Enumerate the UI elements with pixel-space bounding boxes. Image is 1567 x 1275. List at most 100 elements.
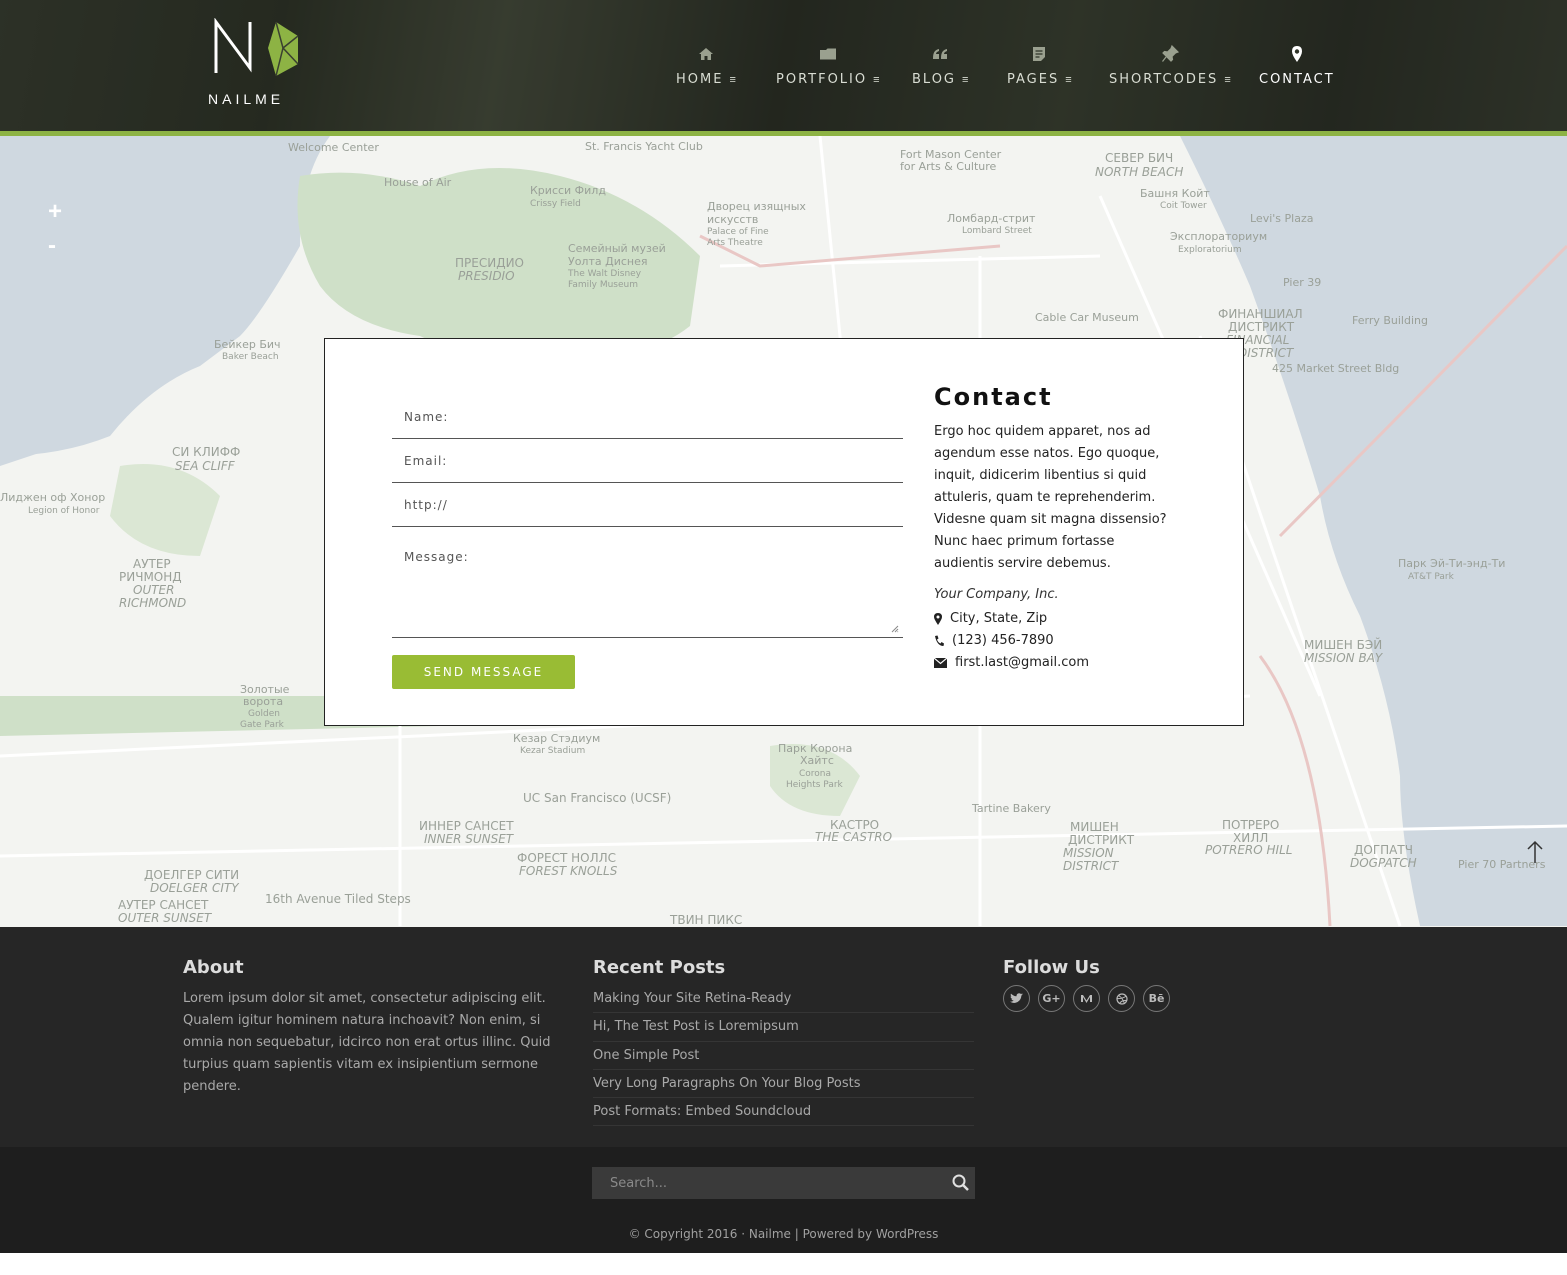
svg-text:DISTRICT: DISTRICT [1063, 859, 1120, 873]
svg-text:INNER SUNSET: INNER SUNSET [424, 832, 515, 846]
nav-item-portfolio[interactable]: PORTFOLIO ≡ [776, 44, 880, 88]
nav-item-blog[interactable]: BLOG ≡ [912, 44, 968, 88]
svg-text:ИННЕР САНСЕТ: ИННЕР САНСЕТ [419, 819, 514, 833]
copyright: © Copyright 2016 · Nailme | Powered by W… [0, 1227, 1567, 1241]
svg-text:ФИНАНШИАЛ: ФИНАНШИАЛ [1218, 307, 1303, 321]
svg-text:MISSION: MISSION [1063, 846, 1114, 860]
phone-row: (123) 456-7890 [934, 633, 1054, 648]
folder-icon [819, 48, 836, 60]
home-icon [698, 48, 713, 60]
recent-post-link[interactable]: Hi, The Test Post is Loremipsum [593, 1013, 974, 1042]
svg-text:Tartine Bakery: Tartine Bakery [971, 802, 1051, 815]
url-field [392, 483, 903, 527]
copyright-prefix: © Copyright 2016 · [628, 1227, 749, 1241]
svg-text:Family Museum: Family Museum [568, 280, 638, 290]
svg-text:Palace of Fine: Palace of Fine [707, 227, 769, 237]
svg-text:Cable Car Museum: Cable Car Museum [1035, 311, 1139, 324]
recent-post-link[interactable]: Post Formats: Embed Soundcloud [593, 1098, 974, 1127]
wordpress-link[interactable]: WordPress [876, 1227, 938, 1241]
address-text: City, State, Zip [950, 611, 1048, 626]
svg-text:House of Air: House of Air [384, 176, 452, 189]
twitter-icon[interactable] [1003, 985, 1030, 1012]
medium-icon[interactable] [1073, 985, 1100, 1012]
google-plus-icon[interactable]: G+ [1038, 985, 1065, 1012]
svg-text:Welcome Center: Welcome Center [288, 141, 379, 154]
svg-text:ПРЕСИДИО: ПРЕСИДИО [455, 256, 524, 270]
svg-text:РИЧМОНД: РИЧМОНД [119, 570, 182, 584]
svg-text:Башня Койт: Башня Койт [1140, 187, 1210, 200]
svg-text:Corona: Corona [799, 769, 831, 779]
svg-text:Exploratorium: Exploratorium [1178, 245, 1242, 255]
follow-us-title: Follow Us [1003, 957, 1100, 978]
svg-text:FOREST KNOLLS: FOREST KNOLLS [519, 864, 618, 878]
bottom-bar: © Copyright 2016 · Nailme | Powered by W… [0, 1147, 1567, 1253]
nav-item-contact[interactable]: CONTACT [1259, 44, 1335, 88]
svg-text:СИ КЛИФФ: СИ КЛИФФ [172, 445, 240, 459]
svg-text:Парк Эй-Ти-энд-Ти: Парк Эй-Ти-энд-Ти [1398, 557, 1505, 570]
address-row: City, State, Zip [934, 611, 1047, 626]
svg-text:Kezar Stadium: Kezar Stadium [520, 746, 585, 756]
recent-post-link[interactable]: One Simple Post [593, 1042, 974, 1070]
email-row: first.last@gmail.com [934, 655, 1089, 670]
behance-icon[interactable]: Bē [1143, 985, 1170, 1012]
svg-text:Бейкер Бич: Бейкер Бич [214, 338, 281, 351]
svg-text:ДОГПАТЧ: ДОГПАТЧ [1354, 843, 1413, 857]
message-textarea[interactable] [392, 542, 903, 632]
name-input[interactable] [392, 395, 903, 438]
submenu-caret-icon: ≡ [873, 74, 880, 86]
svg-text:PRESIDIO: PRESIDIO [458, 269, 515, 283]
map-zoom-in-button[interactable]: + [48, 198, 62, 226]
nav-item-shortcodes[interactable]: SHORTCODES ≡ [1109, 44, 1231, 88]
back-to-top-arrow-icon[interactable] [1525, 840, 1545, 864]
recent-posts-list: Making Your Site Retina-Ready Hi, The Te… [593, 985, 974, 1127]
nav-label-contact: CONTACT [1259, 72, 1335, 87]
dribbble-icon[interactable] [1108, 985, 1135, 1012]
svg-text:Семейный музей: Семейный музей [568, 242, 666, 255]
svg-text:искусств: искусств [707, 213, 758, 226]
nav-label-shortcodes: SHORTCODES [1109, 72, 1219, 87]
search-input[interactable] [592, 1167, 932, 1199]
submenu-caret-icon: ≡ [1065, 74, 1072, 86]
email-text[interactable]: first.last@gmail.com [955, 655, 1089, 670]
svg-text:Кезар Стэдиум: Кезар Стэдиум [513, 732, 600, 745]
svg-text:Coit Tower: Coit Tower [1160, 201, 1207, 211]
svg-text:Levi's Plaza: Levi's Plaza [1250, 212, 1313, 225]
map-zoom-out-button[interactable]: - [48, 232, 56, 260]
svg-text:Ferry Building: Ferry Building [1352, 314, 1428, 327]
email-input[interactable] [392, 439, 903, 482]
svg-text:THE CASTRO: THE CASTRO [815, 830, 892, 844]
svg-text:POTRERO HILL: POTRERO HILL [1205, 843, 1292, 857]
svg-text:The Walt Disney: The Walt Disney [567, 269, 642, 279]
svg-text:Эксплораториум: Эксплораториум [1170, 230, 1267, 243]
search-icon[interactable] [951, 1173, 971, 1193]
svg-text:Хайтс: Хайтс [800, 754, 834, 767]
svg-text:ДИСТРИКТ: ДИСТРИКТ [1228, 320, 1295, 334]
svg-text:Baker Beach: Baker Beach [222, 352, 279, 362]
about-text: Lorem ipsum dolor sit amet, consectetur … [183, 991, 551, 1094]
svg-text:ТВИН ПИКС: ТВИН ПИКС [669, 913, 742, 927]
map-marker-icon [1291, 46, 1302, 62]
svg-text:Pier 39: Pier 39 [1283, 276, 1321, 289]
svg-text:425 Market Street Bldg: 425 Market Street Bldg [1272, 362, 1399, 375]
recent-posts-title: Recent Posts [593, 957, 726, 978]
svg-text:Уолта Диснея: Уолта Диснея [568, 255, 647, 268]
nav-label-blog: BLOG [912, 72, 957, 87]
submenu-caret-icon: ≡ [962, 74, 969, 86]
svg-text:UC San Francisco (UCSF): UC San Francisco (UCSF) [523, 791, 671, 805]
nav-item-home[interactable]: HOME ≡ [676, 44, 736, 88]
svg-text:АУТЕР САНСЕТ: АУТЕР САНСЕТ [118, 898, 209, 912]
nav-label-pages: PAGES [1007, 72, 1060, 87]
svg-text:Lombard Street: Lombard Street [962, 226, 1032, 236]
name-field [392, 395, 903, 439]
submenu-caret-icon: ≡ [1224, 74, 1231, 86]
svg-text:NORTH BEACH: NORTH BEACH [1095, 165, 1183, 179]
nav-item-pages[interactable]: PAGES ≡ [1007, 44, 1072, 88]
resize-grip-icon[interactable] [891, 625, 899, 633]
url-input[interactable] [392, 483, 903, 526]
svg-text:МИШЕН БЭЙ: МИШЕН БЭЙ [1304, 637, 1382, 652]
site-link[interactable]: Nailme [749, 1227, 791, 1241]
recent-post-link[interactable]: Very Long Paragraphs On Your Blog Posts [593, 1070, 974, 1099]
recent-post-link[interactable]: Making Your Site Retina-Ready [593, 985, 974, 1014]
message-field [392, 542, 903, 638]
send-message-button[interactable]: SEND MESSAGE [392, 655, 575, 689]
